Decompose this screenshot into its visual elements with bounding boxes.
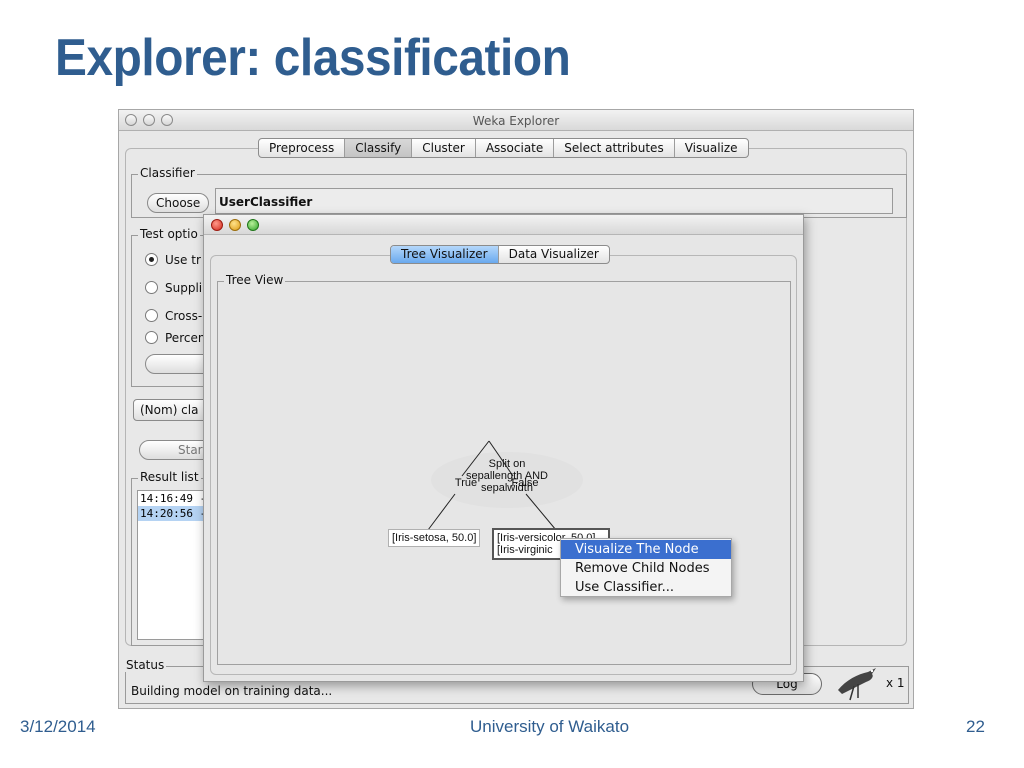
status-message: Building model on training data...	[131, 684, 333, 698]
weka-bird-icon	[838, 668, 876, 701]
close-icon[interactable]	[211, 219, 223, 231]
slide-title: Explorer: classification	[55, 29, 571, 87]
menu-visualize-node[interactable]: Visualize The Node	[561, 540, 731, 559]
window-title: Weka Explorer	[472, 114, 560, 128]
zoom-icon[interactable]	[247, 219, 259, 231]
minimize-icon[interactable]	[229, 219, 241, 231]
classifier-field[interactable]: UserClassifier	[215, 188, 893, 214]
option-use-training-label: Use tr	[165, 253, 201, 267]
tree-view-panel[interactable]: Tree View Split on sepallength AND sepalwi…	[217, 273, 791, 665]
tab-select-attributes[interactable]: Select attributes	[554, 139, 675, 157]
classifier-group-label: Classifier	[138, 166, 197, 180]
radio-percentage-split[interactable]	[145, 331, 158, 344]
edge-false-label: False	[511, 477, 539, 489]
menu-remove-child-nodes[interactable]: Remove Child Nodes	[561, 559, 731, 578]
footer-date: 3/12/2014	[20, 717, 96, 736]
tab-associate[interactable]: Associate	[476, 139, 555, 157]
test-options-label: Test optio	[138, 227, 200, 241]
tab-classify[interactable]: Classify	[345, 139, 413, 157]
tab-cluster[interactable]: Cluster	[412, 139, 476, 157]
footer-org: University of Waikato	[470, 717, 630, 736]
result-list-label: Result list	[138, 470, 201, 484]
context-menu: Visualize The Node Remove Child Nodes Us…	[560, 538, 732, 597]
radio-cross-validation[interactable]	[145, 309, 158, 322]
memory-count: x 1	[886, 676, 905, 690]
leaf-left[interactable]: [Iris-setosa, 50.0]	[388, 529, 481, 547]
option-cross-label: Cross-	[165, 309, 203, 323]
tree-window-titlebar[interactable]	[204, 215, 803, 235]
tree-edges	[427, 440, 557, 531]
tab-visualize[interactable]: Visualize	[675, 139, 748, 157]
tab-data-visualizer[interactable]: Data Visualizer	[499, 246, 609, 263]
option-percentage-label: Percen	[165, 331, 206, 345]
tab-tree-visualizer[interactable]: Tree Visualizer	[391, 246, 499, 263]
visualizer-tabs: Tree Visualizer Data Visualizer	[390, 245, 610, 264]
class-select-value: (Nom) cla	[140, 403, 199, 417]
edge-true-label: True	[454, 477, 478, 489]
classifier-name: UserClassifier	[219, 195, 313, 209]
radio-supplied-test[interactable]	[145, 281, 158, 294]
status-label: Status	[124, 658, 167, 672]
tab-preprocess[interactable]: Preprocess	[259, 139, 346, 157]
weka-titlebar[interactable]: Weka Explorer	[119, 110, 913, 131]
menu-use-classifier[interactable]: Use Classifier...	[561, 578, 731, 597]
option-supplied-label: Suppli	[165, 281, 203, 295]
explorer-tabs: Preprocess Classify Cluster Associate Se…	[258, 138, 749, 158]
tree-visualizer-window: Tree Visualizer Data Visualizer Tree Vie…	[203, 214, 804, 682]
footer-page: 22	[966, 717, 985, 736]
choose-button[interactable]: Choose	[147, 193, 210, 213]
radio-use-training[interactable]	[145, 253, 158, 266]
